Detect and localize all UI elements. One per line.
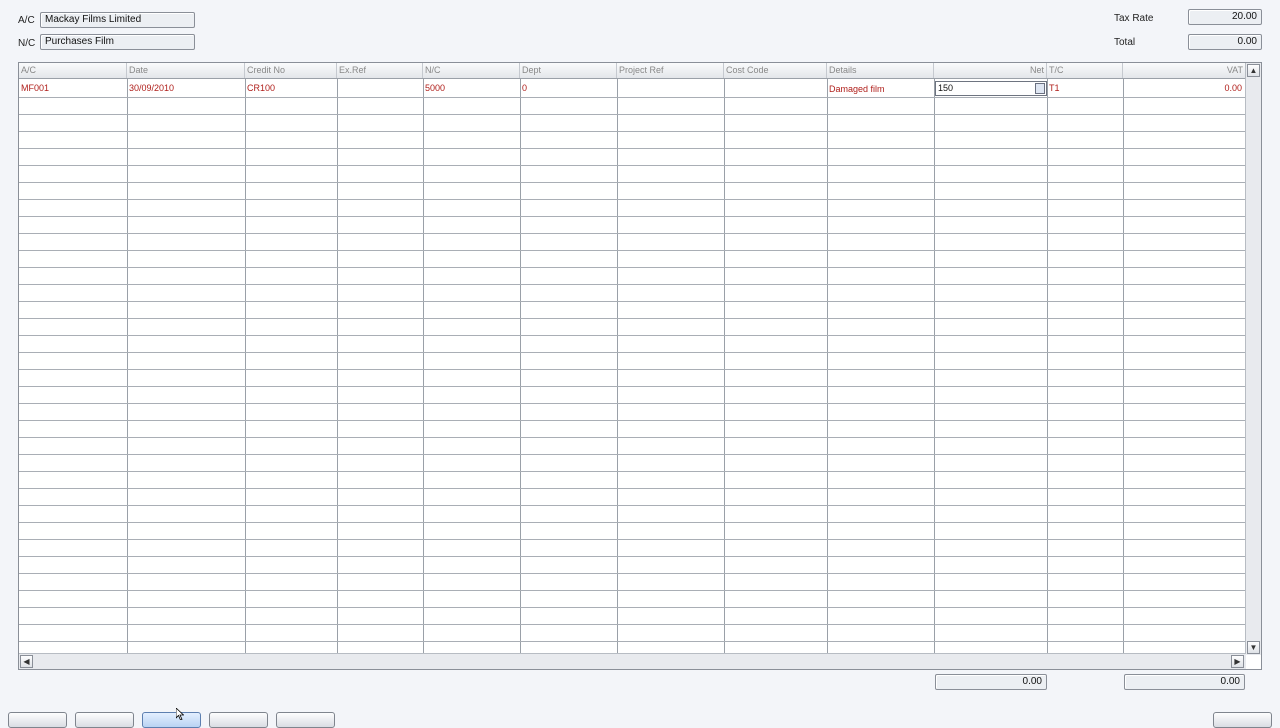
row1-details[interactable]: Damaged film xyxy=(827,81,934,97)
grid-row-divider xyxy=(19,301,1246,302)
grid-row-divider xyxy=(19,318,1246,319)
grid-row-divider xyxy=(19,641,1246,642)
row1-net-input[interactable]: 150 xyxy=(935,81,1047,96)
grid-row-divider xyxy=(19,403,1246,404)
row1-nc[interactable]: 5000 xyxy=(423,80,520,96)
grid-row-divider xyxy=(19,522,1246,523)
row1-cost-code[interactable] xyxy=(724,80,827,96)
grid-row-divider xyxy=(19,624,1246,625)
col-header-ac[interactable]: A/C xyxy=(19,63,127,78)
grid-row-divider xyxy=(19,420,1246,421)
grid-row-divider xyxy=(19,182,1246,183)
grid-header: A/C Date Credit No Ex.Ref N/C Dept Proje… xyxy=(19,63,1246,79)
grid-row-divider xyxy=(19,352,1246,353)
grid-row-divider xyxy=(19,505,1246,506)
grid-row-divider xyxy=(19,284,1246,285)
vat-total-field: 0.00 xyxy=(1124,674,1245,690)
grid-row-divider xyxy=(19,573,1246,574)
row1-project-ref[interactable] xyxy=(617,80,724,96)
col-header-project-ref[interactable]: Project Ref xyxy=(617,63,724,78)
grid-row-divider xyxy=(19,97,1246,98)
row1-ex-ref[interactable] xyxy=(337,80,423,96)
calculator-icon[interactable] xyxy=(1035,83,1045,94)
tax-rate-label: Tax Rate xyxy=(1114,13,1154,24)
grid-row-divider xyxy=(19,199,1246,200)
ac-field[interactable]: Mackay Films Limited xyxy=(40,12,195,28)
col-header-dept[interactable]: Dept xyxy=(520,63,617,78)
nc-field[interactable]: Purchases Film xyxy=(40,34,195,50)
horizontal-scrollbar[interactable]: ◀ ▶ xyxy=(19,653,1246,669)
grid-row-divider xyxy=(19,335,1246,336)
col-header-credit-no[interactable]: Credit No xyxy=(245,63,337,78)
col-header-date[interactable]: Date xyxy=(127,63,245,78)
grid-row-divider xyxy=(19,556,1246,557)
grid-row-divider xyxy=(19,539,1246,540)
col-header-tc[interactable]: T/C xyxy=(1047,63,1123,78)
row1-vat[interactable]: 0.00 xyxy=(1123,80,1246,96)
net-total-field: 0.00 xyxy=(935,674,1047,690)
scroll-down-icon[interactable]: ▼ xyxy=(1247,641,1260,654)
row1-dept[interactable]: 0 xyxy=(520,80,617,96)
grid-row-divider xyxy=(19,386,1246,387)
grid-row-divider xyxy=(19,250,1246,251)
row1-ac[interactable]: MF001 xyxy=(19,80,127,96)
bottom-button-2[interactable] xyxy=(75,712,134,728)
ac-label: A/C xyxy=(18,15,35,26)
total-label: Total xyxy=(1114,37,1136,48)
col-header-cost-code[interactable]: Cost Code xyxy=(724,63,827,78)
bottom-button-3[interactable] xyxy=(142,712,201,728)
scroll-up-icon[interactable]: ▲ xyxy=(1247,64,1260,77)
tax-rate-field[interactable]: 20.00 xyxy=(1188,9,1262,25)
mouse-cursor-icon xyxy=(176,708,184,720)
grid-row-divider xyxy=(19,233,1246,234)
nc-label: N/C xyxy=(18,38,36,49)
col-header-details[interactable]: Details xyxy=(827,63,934,78)
row1-date[interactable]: 30/09/2010 xyxy=(127,80,245,96)
col-header-ex-ref[interactable]: Ex.Ref xyxy=(337,63,423,78)
row1-tc[interactable]: T1 xyxy=(1047,80,1123,96)
grid-row-divider xyxy=(19,590,1246,591)
grid-row-divider xyxy=(19,165,1246,166)
grid-row-divider xyxy=(19,369,1246,370)
transactions-grid[interactable]: A/C Date Credit No Ex.Ref N/C Dept Proje… xyxy=(18,62,1262,670)
row1-credit-no[interactable]: CR100 xyxy=(245,80,337,96)
bottom-button-5[interactable] xyxy=(276,712,335,728)
grid-row-divider xyxy=(19,488,1246,489)
grid-row-divider xyxy=(19,471,1246,472)
grid-row-divider xyxy=(19,148,1246,149)
bottom-button-4[interactable] xyxy=(209,712,268,728)
total-field: 0.00 xyxy=(1188,34,1262,50)
bottom-button-1[interactable] xyxy=(8,712,67,728)
grid-row-divider xyxy=(19,607,1246,608)
col-header-nc[interactable]: N/C xyxy=(423,63,520,78)
grid-row-divider xyxy=(19,114,1246,115)
col-header-net[interactable]: Net xyxy=(934,63,1047,78)
grid-row-divider xyxy=(19,454,1246,455)
grid-row-divider xyxy=(19,437,1246,438)
row1-net-value: 150 xyxy=(938,83,954,93)
grid-row-divider xyxy=(19,131,1246,132)
grid-row-divider xyxy=(19,216,1246,217)
scroll-right-icon[interactable]: ▶ xyxy=(1231,655,1244,668)
col-header-vat[interactable]: VAT xyxy=(1123,63,1246,78)
grid-row-divider xyxy=(19,267,1246,268)
bottom-button-close[interactable] xyxy=(1213,712,1272,728)
vertical-scrollbar[interactable]: ▲ ▼ xyxy=(1245,63,1261,655)
scroll-left-icon[interactable]: ◀ xyxy=(20,655,33,668)
